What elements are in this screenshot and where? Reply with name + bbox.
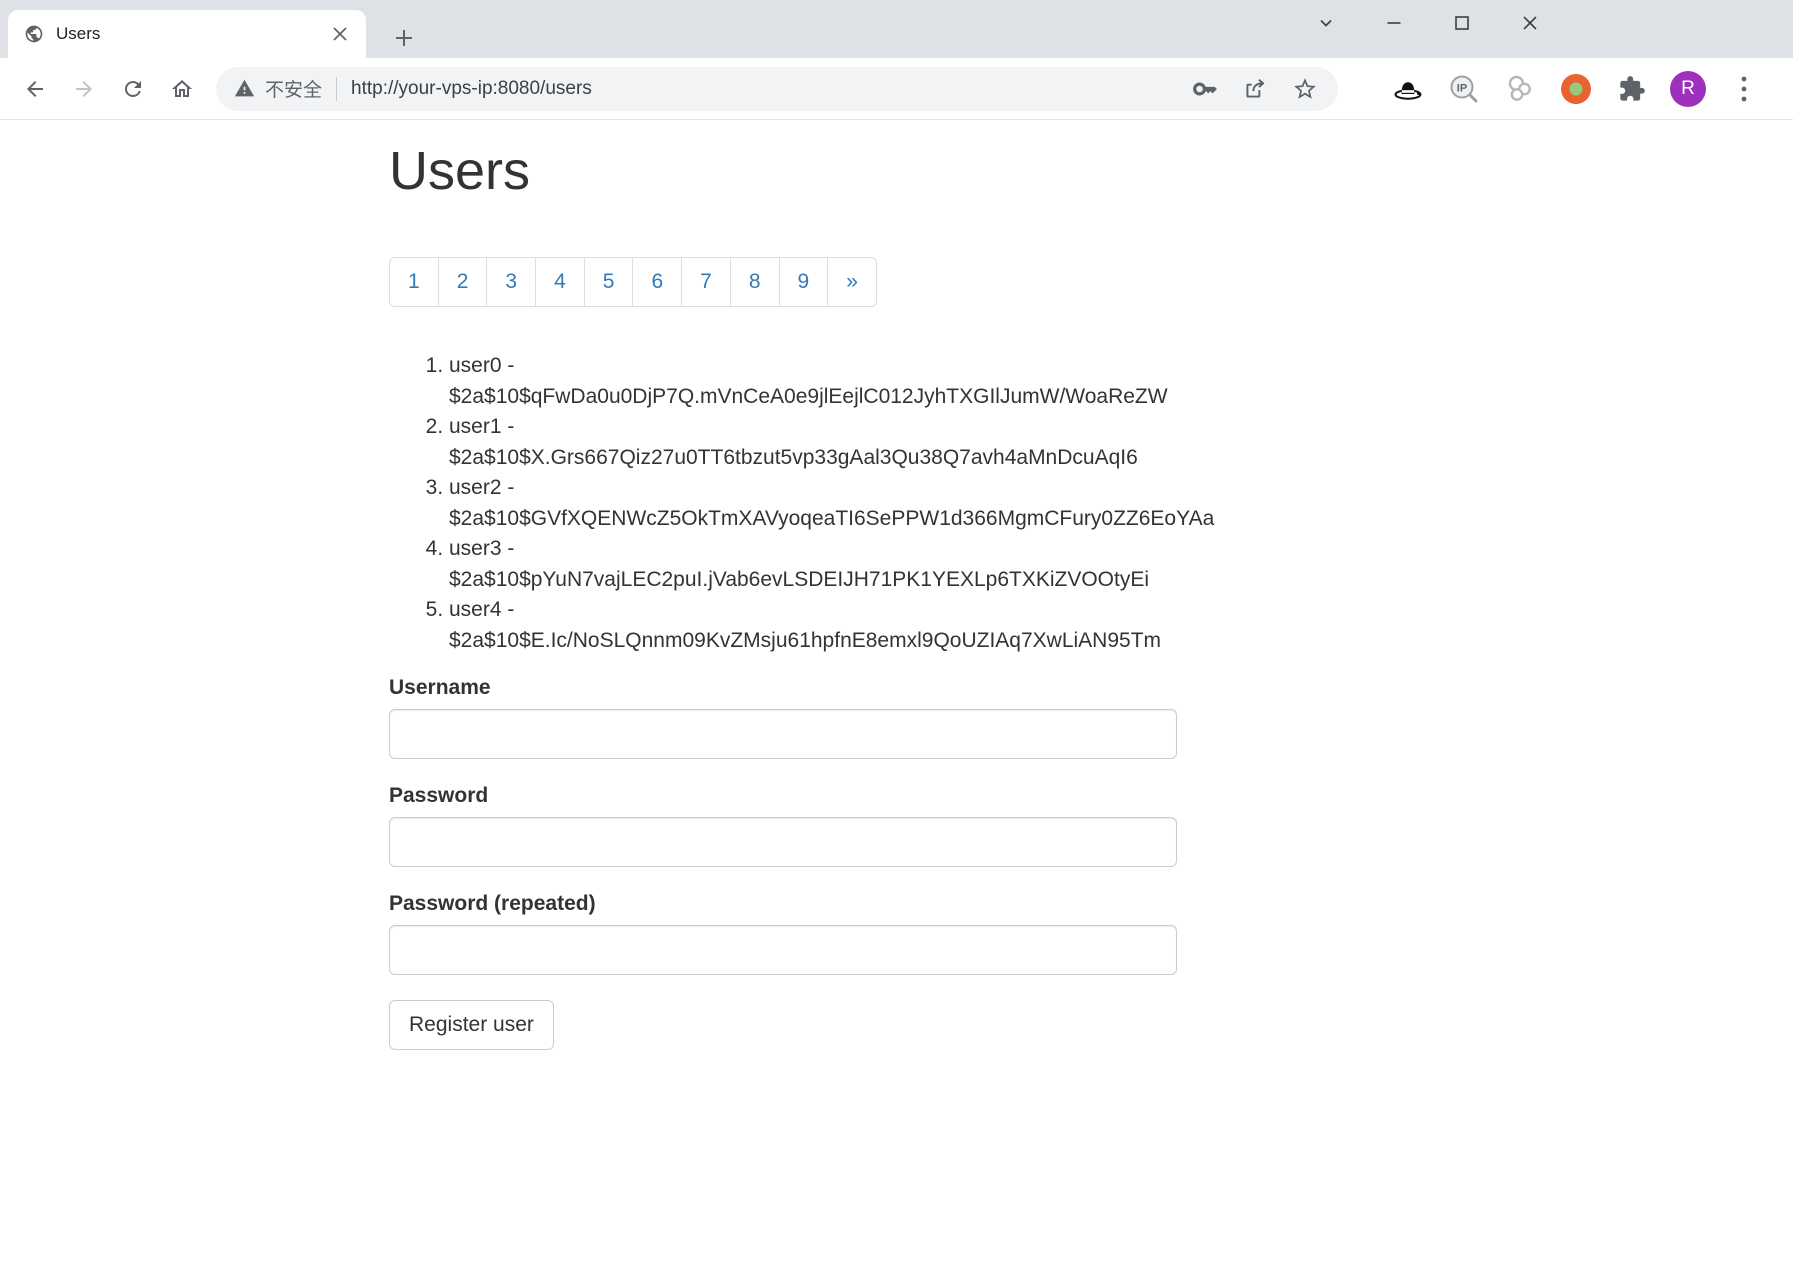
password-label: Password bbox=[389, 781, 1177, 810]
user-list-item: user4 - $2a$10$E.Ic/NoSLQnnm09KvZMsju61h… bbox=[449, 595, 1177, 656]
user-password-hash: $2a$10$qFwDa0u0DjP7Q.mVnCeA0e9jlEejlC012… bbox=[449, 385, 1168, 408]
user-name: user2 - bbox=[449, 476, 514, 499]
user-list-item: user2 - $2a$10$GVfXQENWcZ5OkTmXAVyoqeaTI… bbox=[449, 473, 1177, 534]
pagination-page-5: 5 bbox=[585, 257, 634, 307]
pagination-page-7: 7 bbox=[682, 257, 731, 307]
page-title: Users bbox=[389, 120, 1177, 201]
user-list-item: user0 - $2a$10$qFwDa0u0DjP7Q.mVnCeA0e9jl… bbox=[449, 351, 1177, 412]
pagination-link[interactable]: 9 bbox=[779, 257, 829, 307]
bookmark-star-icon[interactable] bbox=[1292, 76, 1318, 102]
globe-favicon-icon bbox=[24, 24, 44, 44]
register-user-form: Username Password Password (repeated) Re… bbox=[389, 673, 1177, 1050]
omnibox-actions bbox=[1192, 76, 1318, 102]
pagination-next: » bbox=[828, 257, 877, 307]
svg-text:IP: IP bbox=[1457, 82, 1467, 94]
pagination-page-1: 1 bbox=[389, 257, 439, 307]
user-name: user1 - bbox=[449, 415, 514, 438]
proxy-circles-extension-icon[interactable] bbox=[1492, 65, 1548, 113]
pagination-link[interactable]: 3 bbox=[486, 257, 536, 307]
pagination-link[interactable]: 7 bbox=[681, 257, 731, 307]
pagination-link[interactable]: » bbox=[827, 257, 877, 307]
browser-menu-kebab-icon[interactable] bbox=[1716, 65, 1772, 113]
share-icon[interactable] bbox=[1242, 76, 1268, 102]
tab-strip: Users bbox=[0, 0, 1793, 58]
not-secure-warning-icon[interactable] bbox=[234, 78, 255, 99]
home-icon[interactable] bbox=[157, 65, 206, 113]
tab-close-icon[interactable] bbox=[326, 20, 354, 48]
record-dot-extension-icon[interactable] bbox=[1548, 65, 1604, 113]
browser-tab-users[interactable]: Users bbox=[8, 10, 366, 58]
user-name: user0 - bbox=[449, 354, 514, 377]
pagination-page-9: 9 bbox=[780, 257, 829, 307]
user-list-item: user3 - $2a$10$pYuN7vajLEC2puI.jVab6evLS… bbox=[449, 534, 1177, 595]
user-list: user0 - $2a$10$qFwDa0u0DjP7Q.mVnCeA0e9jl… bbox=[389, 351, 1177, 656]
user-password-hash: $2a$10$X.Grs667Qiz27u0TT6tbzut5vp33gAal3… bbox=[449, 446, 1138, 469]
password-repeated-input[interactable] bbox=[389, 925, 1177, 975]
user-password-hash: $2a$10$E.Ic/NoSLQnnm09KvZMsju61hpfnE8emx… bbox=[449, 629, 1161, 652]
pagination-page-6: 6 bbox=[633, 257, 682, 307]
pagination-page-4: 4 bbox=[536, 257, 585, 307]
pagination-link[interactable]: 2 bbox=[438, 257, 488, 307]
password-key-icon[interactable] bbox=[1192, 76, 1218, 102]
password-repeated-label: Password (repeated) bbox=[389, 889, 1177, 918]
username-label: Username bbox=[389, 673, 1177, 702]
reload-icon[interactable] bbox=[108, 65, 157, 113]
ip-lookup-extension-icon[interactable]: IP bbox=[1436, 65, 1492, 113]
pagination-page-3: 3 bbox=[487, 257, 536, 307]
username-input[interactable] bbox=[389, 709, 1177, 759]
window-close-button[interactable] bbox=[1496, 6, 1564, 40]
user-name: user3 - bbox=[449, 537, 514, 560]
url-text[interactable]: http://your-vps-ip:8080/users bbox=[351, 78, 1192, 100]
forward-icon[interactable] bbox=[59, 65, 108, 113]
extensions-puzzle-icon[interactable] bbox=[1604, 65, 1660, 113]
pagination-link[interactable]: 8 bbox=[730, 257, 780, 307]
user-name: user4 - bbox=[449, 598, 514, 621]
user-list-item: user1 - $2a$10$X.Grs667Qiz27u0TT6tbzut5v… bbox=[449, 412, 1177, 473]
new-tab-button[interactable] bbox=[386, 20, 422, 56]
pagination-link[interactable]: 6 bbox=[632, 257, 682, 307]
password-input[interactable] bbox=[389, 817, 1177, 867]
pagination-link[interactable]: 4 bbox=[535, 257, 585, 307]
pagination: 123456789» bbox=[389, 257, 877, 307]
pagination-page-8: 8 bbox=[731, 257, 780, 307]
window-maximize-button[interactable] bbox=[1428, 6, 1496, 40]
extensions-row: IP R bbox=[1380, 65, 1772, 113]
window-controls bbox=[1292, 6, 1564, 40]
user-password-hash: $2a$10$pYuN7vajLEC2puI.jVab6evLSDEIJH71P… bbox=[449, 568, 1149, 591]
pagination-page-2: 2 bbox=[439, 257, 488, 307]
browser-toolbar: 不安全 http://your-vps-ip:8080/users bbox=[0, 58, 1793, 120]
page-body: Users 123456789» user0 - $2a$10$qFwDa0u0… bbox=[0, 120, 1793, 1050]
pagination-link[interactable]: 5 bbox=[584, 257, 634, 307]
profile-avatar[interactable]: R bbox=[1660, 65, 1716, 113]
hat-extension-icon[interactable] bbox=[1380, 65, 1436, 113]
omnibox-divider bbox=[336, 77, 337, 101]
address-bar[interactable]: 不安全 http://your-vps-ip:8080/users bbox=[216, 67, 1338, 111]
user-password-hash: $2a$10$GVfXQENWcZ5OkTmXAVyoqeaTI6SePPW1d… bbox=[449, 507, 1214, 530]
register-user-button[interactable]: Register user bbox=[389, 1000, 554, 1050]
back-icon[interactable] bbox=[10, 65, 59, 113]
window-minimize-button[interactable] bbox=[1360, 6, 1428, 40]
tab-search-chevron-icon[interactable] bbox=[1292, 6, 1360, 40]
tab-title: Users bbox=[56, 24, 326, 44]
not-secure-label[interactable]: 不安全 bbox=[265, 75, 322, 102]
pagination-link[interactable]: 1 bbox=[389, 257, 439, 307]
